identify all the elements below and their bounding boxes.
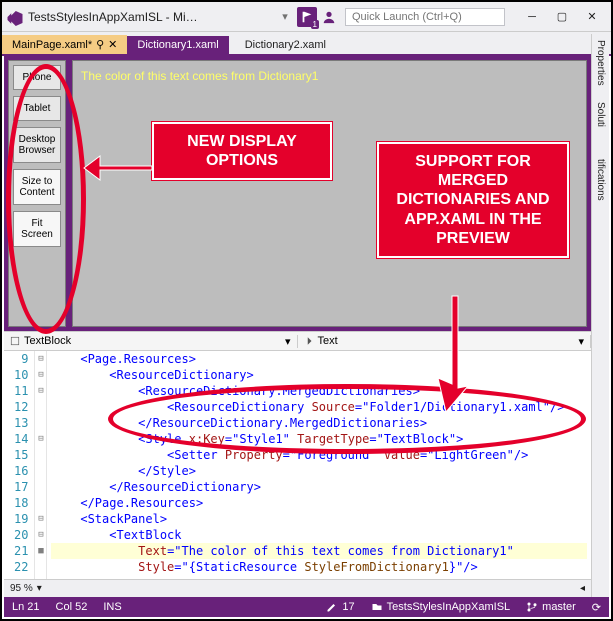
element-selector-bar: TextBlock ▾ Text ▾ (4, 331, 591, 351)
code-line[interactable]: </ResourceDictionary.MergedDictionaries> (51, 415, 587, 431)
device-btn-size-to-content[interactable]: Size to Content (13, 169, 61, 205)
xaml-preview: Phone Tablet Desktop Browser Size to Conten… (4, 56, 591, 331)
code-line[interactable]: <ResourceDictionary Source="Folder1/Dict… (51, 399, 587, 415)
code-editor[interactable]: 910111213141516171819202122 ⊟⊟⊟⊟⊟⊟■ <Pag… (4, 351, 591, 579)
tab-label: Dictionary2.xaml (245, 39, 326, 51)
device-btn-tablet[interactable]: Tablet (13, 96, 61, 121)
code-line[interactable]: <ResourceDictionary.MergedDictionaries> (51, 383, 587, 399)
pending-changes[interactable]: 17 (326, 601, 354, 613)
sync-icon[interactable]: ⟳ (592, 601, 601, 614)
device-btn-desktop-browser[interactable]: Desktop Browser (13, 127, 61, 163)
code-line[interactable]: Text="The color of this text comes from … (51, 543, 587, 559)
status-bar: Ln 21 Col 52 INS 17 TestsStylesInAppXamI… (4, 597, 609, 617)
element-type: TextBlock (24, 335, 71, 347)
status-ins: INS (103, 601, 121, 613)
quick-launch-input[interactable] (345, 8, 505, 26)
code-line[interactable]: <ResourceDictionary> (51, 367, 587, 383)
code-body[interactable]: <Page.Resources> <ResourceDictionary> <R… (47, 351, 591, 579)
preview-text: The color of this text comes from Dictio… (81, 69, 578, 83)
device-btn-fit-screen[interactable]: Fit Screen (13, 211, 61, 247)
tab-dictionary2[interactable]: Dictionary2.xaml (235, 36, 336, 54)
panel-notifications[interactable]: tifications (594, 155, 607, 205)
close-icon[interactable]: ✕ (108, 38, 117, 51)
panel-unknown[interactable] (600, 139, 602, 147)
minimize-button[interactable]: ─ (517, 6, 547, 28)
window-title: TestsStylesInAppXamISL - Micr... (28, 10, 198, 24)
code-line[interactable]: <TextBlock (51, 527, 587, 543)
panel-properties[interactable]: Properties (594, 36, 607, 90)
zoom-bar[interactable]: 95 % ▾ ◂ (4, 579, 591, 597)
notification-badge: 1 (311, 20, 319, 29)
close-button[interactable]: ✕ (577, 6, 607, 28)
element-type-dropdown[interactable]: TextBlock ▾ (4, 335, 298, 348)
property-dropdown[interactable]: Text ▾ (298, 335, 592, 348)
editor-area: Phone Tablet Desktop Browser Size to Conten… (4, 56, 591, 597)
code-line[interactable]: <Style x:Key="Style1" TargetType="TextBl… (51, 431, 587, 447)
git-branch[interactable]: master (526, 601, 576, 613)
device-options: Phone Tablet Desktop Browser Size to Conten… (8, 60, 66, 327)
panel-solution[interactable]: Soluti (594, 98, 607, 131)
code-line[interactable]: </ResourceDictionary> (51, 479, 587, 495)
status-col: Col 52 (56, 601, 88, 613)
preview-canvas: The color of this text comes from Dictio… (72, 60, 587, 327)
pin-icon[interactable]: ⚲ (96, 38, 104, 51)
chevron-down-icon: ▾ (285, 335, 291, 348)
vs-logo-icon (6, 8, 24, 26)
nav-down-icon[interactable]: ▾ (277, 9, 293, 25)
account-icon[interactable] (321, 9, 337, 25)
line-gutter: 910111213141516171819202122 (4, 351, 35, 579)
chevron-down-icon: ▾ (578, 335, 584, 348)
fold-gutter[interactable]: ⊟⊟⊟⊟⊟⊟■ (35, 351, 47, 579)
status-line: Ln 21 (12, 601, 40, 613)
code-line[interactable]: </Style> (51, 463, 587, 479)
device-btn-phone[interactable]: Phone (13, 65, 61, 90)
code-line[interactable]: <StackPanel> (51, 511, 587, 527)
notification-flag-icon[interactable]: 1 (297, 7, 317, 27)
tab-mainpage[interactable]: MainPage.xaml* ⚲ ✕ (2, 35, 127, 54)
code-line[interactable]: <Setter Property="Foreground" Value="Lig… (51, 447, 587, 463)
tab-label: Dictionary1.xaml (137, 39, 218, 51)
project-name[interactable]: TestsStylesInAppXamISL (371, 601, 511, 613)
right-tool-panel: Properties Soluti tifications (591, 34, 609, 617)
property-name: Text (318, 335, 338, 347)
document-tabstrip: MainPage.xaml* ⚲ ✕ Dictionary1.xaml Dict… (2, 32, 611, 56)
chevron-down-icon[interactable]: ▾ (37, 583, 42, 594)
titlebar: TestsStylesInAppXamISL - Micr... ▾ 1 ─ ▢… (2, 2, 611, 32)
tab-label: MainPage.xaml* (12, 39, 92, 51)
code-line[interactable]: Style="{StaticResource StyleFromDictiona… (51, 559, 587, 575)
zoom-value: 95 % (10, 583, 33, 594)
maximize-button[interactable]: ▢ (547, 6, 577, 28)
scroll-left-icon[interactable]: ◂ (580, 583, 585, 594)
tab-dictionary1[interactable]: Dictionary1.xaml (127, 36, 228, 54)
code-line[interactable]: <Page.Resources> (51, 351, 587, 367)
code-line[interactable]: </Page.Resources> (51, 495, 587, 511)
